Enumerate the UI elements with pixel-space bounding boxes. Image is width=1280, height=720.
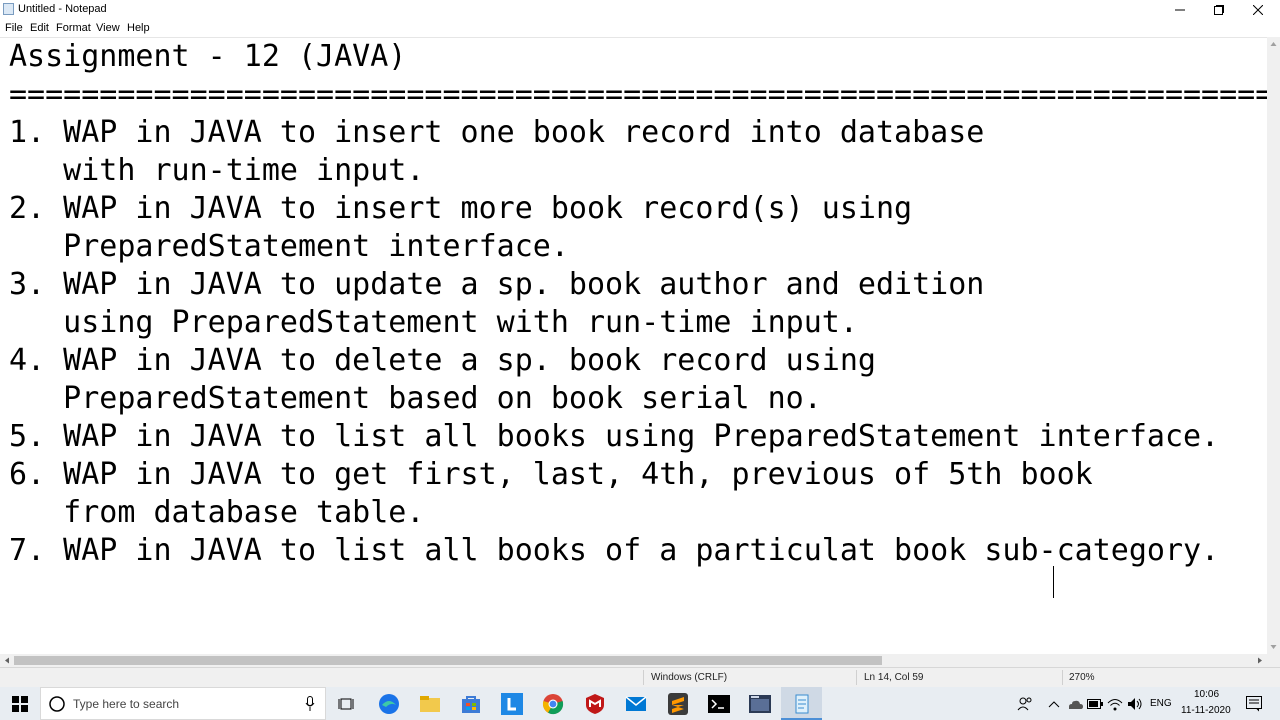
wifi-icon[interactable] bbox=[1107, 697, 1123, 711]
horizontal-scroll-thumb[interactable] bbox=[14, 656, 882, 665]
text-line: from database table. bbox=[9, 495, 425, 530]
store-button[interactable] bbox=[457, 691, 485, 717]
minimize-button[interactable] bbox=[1161, 0, 1199, 19]
sublime-text-button[interactable] bbox=[664, 691, 692, 717]
text-caret bbox=[1053, 566, 1054, 598]
close-button[interactable] bbox=[1239, 0, 1277, 19]
taskbar: Type here to search ENG 10:06 11-11-2020 bbox=[0, 687, 1280, 720]
volume-icon[interactable] bbox=[1127, 697, 1143, 711]
text-line: PreparedStatement interface. bbox=[9, 229, 569, 264]
task-view-button[interactable] bbox=[332, 691, 360, 717]
app-window-icon bbox=[749, 695, 771, 713]
search-icon bbox=[49, 696, 65, 712]
terminal-icon bbox=[708, 695, 730, 713]
clock-time[interactable]: 10:06 bbox=[1194, 689, 1219, 700]
menu-file[interactable]: File bbox=[5, 21, 23, 35]
text-line: with run-time input. bbox=[9, 153, 425, 188]
scrollbar-corner bbox=[1267, 654, 1280, 667]
chrome-icon bbox=[542, 694, 564, 715]
maximize-button[interactable] bbox=[1200, 0, 1238, 19]
terminal-button[interactable] bbox=[705, 691, 733, 717]
scroll-right-icon[interactable] bbox=[1255, 654, 1265, 667]
edge-button[interactable] bbox=[375, 691, 403, 717]
scroll-left-icon[interactable] bbox=[2, 654, 12, 667]
clock-date[interactable]: 11-11-2020 bbox=[1181, 705, 1231, 716]
notification-icon[interactable] bbox=[1246, 696, 1262, 712]
vertical-scrollbar[interactable] bbox=[1267, 37, 1280, 654]
text-line: Assignment - 12 (JAVA) bbox=[9, 39, 407, 74]
edge-icon bbox=[379, 694, 399, 714]
chevron-up-icon[interactable] bbox=[1048, 699, 1060, 709]
title-bar: Untitled - Notepad bbox=[0, 0, 1280, 19]
microphone-icon[interactable] bbox=[305, 696, 315, 712]
text-line: 7. WAP in JAVA to list all books of a pa… bbox=[9, 533, 1220, 568]
minimize-icon bbox=[1175, 9, 1185, 10]
file-explorer-button[interactable] bbox=[416, 691, 444, 717]
chrome-button[interactable] bbox=[539, 691, 567, 717]
window-title: Untitled - Notepad bbox=[18, 3, 107, 15]
mcafee-icon bbox=[586, 694, 604, 714]
windows-start-button[interactable] bbox=[6, 691, 34, 717]
status-separator bbox=[856, 670, 857, 685]
text-line: 5. WAP in JAVA to list all books using P… bbox=[9, 419, 1220, 454]
notepad-icon bbox=[795, 694, 809, 714]
search-placeholder: Type here to search bbox=[73, 697, 180, 711]
l-app-icon bbox=[501, 693, 523, 715]
menu-bar: File Edit Format View Help bbox=[0, 19, 1280, 37]
text-line: using PreparedStatement with run-time in… bbox=[9, 305, 858, 340]
taskbar-search-box[interactable]: Type here to search bbox=[40, 687, 326, 720]
text-line: ========================================… bbox=[9, 77, 1267, 112]
people-icon[interactable] bbox=[1017, 696, 1033, 712]
scroll-up-icon[interactable] bbox=[1267, 39, 1280, 49]
onedrive-icon[interactable] bbox=[1067, 698, 1083, 710]
horizontal-scrollbar[interactable] bbox=[0, 654, 1267, 667]
text-line: 1. WAP in JAVA to insert one book record… bbox=[9, 115, 985, 150]
mail-icon bbox=[625, 696, 647, 711]
app-window-button[interactable] bbox=[746, 691, 774, 717]
notepad-app-icon bbox=[3, 3, 14, 15]
l-app-button[interactable] bbox=[498, 691, 526, 717]
status-separator bbox=[643, 670, 644, 685]
battery-icon[interactable] bbox=[1087, 698, 1103, 710]
microsoft-store-icon bbox=[462, 696, 480, 713]
status-encoding: Windows (CRLF) bbox=[651, 672, 728, 683]
mcafee-button[interactable] bbox=[581, 691, 609, 717]
text-line: PreparedStatement based on book serial n… bbox=[9, 381, 822, 416]
notepad-button[interactable] bbox=[788, 691, 816, 717]
maximize-icon bbox=[1214, 4, 1224, 15]
menu-view[interactable]: View bbox=[96, 21, 120, 35]
text-line: 3. WAP in JAVA to update a sp. book auth… bbox=[9, 267, 985, 302]
menu-format[interactable]: Format bbox=[56, 21, 91, 35]
task-view-icon bbox=[338, 698, 354, 710]
windows-start-icon bbox=[12, 696, 28, 712]
status-bar: Windows (CRLF) Ln 14, Col 59 270% bbox=[0, 667, 1280, 687]
status-zoom: 270% bbox=[1069, 672, 1095, 683]
scroll-down-icon[interactable] bbox=[1267, 642, 1280, 652]
language-indicator[interactable]: ENG bbox=[1150, 698, 1172, 709]
status-separator bbox=[1062, 670, 1063, 685]
text-line: 6. WAP in JAVA to get first, last, 4th, … bbox=[9, 457, 1093, 492]
status-cursor-position: Ln 14, Col 59 bbox=[864, 672, 924, 683]
menu-edit[interactable]: Edit bbox=[30, 21, 49, 35]
text-editor[interactable]: Assignment - 12 (JAVA) =================… bbox=[0, 37, 1267, 655]
text-line: 4. WAP in JAVA to delete a sp. book reco… bbox=[9, 343, 876, 378]
mail-button[interactable] bbox=[622, 691, 650, 717]
close-icon bbox=[1253, 4, 1263, 15]
menu-help[interactable]: Help bbox=[127, 21, 150, 35]
sublime-text-icon bbox=[668, 693, 688, 715]
file-explorer-icon bbox=[420, 696, 440, 712]
text-line: 2. WAP in JAVA to insert more book recor… bbox=[9, 191, 913, 226]
